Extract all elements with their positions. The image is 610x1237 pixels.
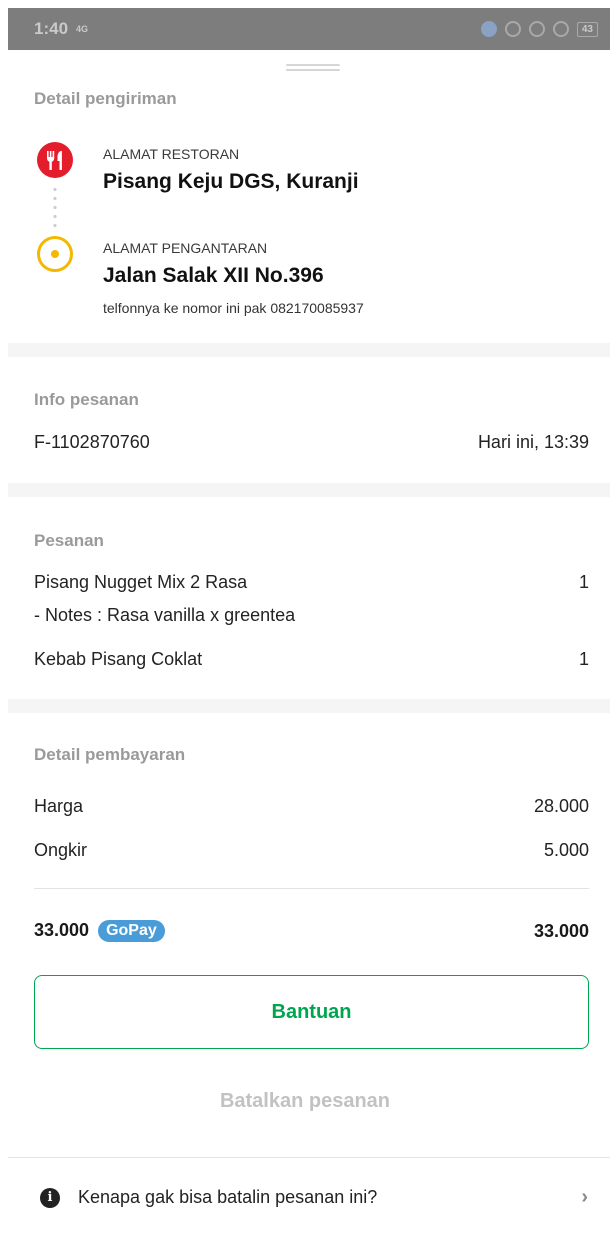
alarm-icon — [504, 21, 521, 37]
section-divider — [8, 483, 610, 497]
section-divider — [8, 699, 610, 713]
location-icon — [528, 21, 545, 37]
list-item: Pisang Nugget Mix 2 Rasa 1 — [34, 572, 589, 593]
fork-knife-icon — [47, 151, 62, 170]
route-dots — [53, 185, 57, 233]
total-row: 33.000 GoPay 33.000 — [34, 920, 589, 943]
destination-label: ALAMAT PENGANTARAN — [103, 240, 268, 256]
gopay-badge: GoPay — [98, 920, 165, 943]
delivery-fee-row: Ongkir 5.000 — [34, 840, 589, 861]
item-name: Pisang Nugget Mix 2 Rasa — [34, 572, 248, 592]
delivery-section-title: Detail pengiriman — [34, 89, 177, 108]
signal-icon: 4G — [76, 24, 89, 34]
method-amount: 33.000 — [34, 920, 90, 940]
price-value: 28.000 — [533, 796, 589, 816]
status-bar: 1:40 4G 43 — [8, 8, 610, 50]
section-divider — [8, 343, 610, 357]
delivery-fee-label: Ongkir — [34, 840, 88, 860]
headphone-icon — [552, 21, 569, 37]
help-button[interactable]: Bantuan — [34, 975, 589, 1049]
list-item: Kebab Pisang Coklat 1 — [34, 649, 589, 670]
item-note: - Notes : Rasa vanilla x greentea — [34, 605, 296, 625]
order-title: Pesanan — [34, 531, 104, 550]
price-label: Harga — [34, 796, 84, 816]
shield-icon — [480, 21, 497, 37]
cancel-info-bar[interactable]: i Kenapa gak bisa batalin pesanan ini? › — [8, 1157, 610, 1237]
item-qty: 1 — [578, 572, 589, 592]
restaurant-icon — [37, 142, 73, 178]
total-value: 33.000 — [533, 920, 589, 941]
battery-icon: 43 — [576, 21, 598, 37]
chevron-right-icon: › — [581, 1186, 588, 1208]
cancel-order-button[interactable]: Batalkan pesanan — [0, 1090, 610, 1113]
drag-handle[interactable] — [286, 64, 340, 72]
delivery-fee-value: 5.000 — [543, 840, 589, 860]
item-note-row: - Notes : Rasa vanilla x greentea — [34, 605, 589, 626]
destination-icon — [37, 236, 73, 272]
item-name: Kebab Pisang Coklat — [34, 649, 203, 669]
cancel-info-text: Kenapa gak bisa batalin pesanan ini? — [78, 1187, 378, 1207]
order-id: F-1102870760 — [34, 432, 150, 452]
status-time: 1:40 — [34, 19, 69, 38]
order-info-title: Info pesanan — [34, 390, 139, 409]
order-time: Hari ini, 13:39 — [477, 432, 589, 452]
info-icon: i — [40, 1187, 60, 1208]
price-row: Harga 28.000 — [34, 796, 589, 817]
payment-divider — [34, 888, 589, 889]
order-info-row: F-1102870760 Hari ini, 13:39 — [34, 432, 589, 453]
destination-name: Jalan Salak XII No.396 — [103, 264, 324, 287]
item-qty: 1 — [578, 649, 589, 669]
total-method: 33.000 GoPay — [34, 920, 165, 943]
payment-title: Detail pembayaran — [34, 745, 186, 764]
restaurant-name: Pisang Keju DGS, Kuranji — [103, 170, 359, 193]
destination-note: telfonnya ke nomor ini pak 082170085937 — [103, 300, 364, 316]
restaurant-label: ALAMAT RESTORAN — [103, 146, 240, 162]
status-icons: 43 — [480, 21, 598, 37]
